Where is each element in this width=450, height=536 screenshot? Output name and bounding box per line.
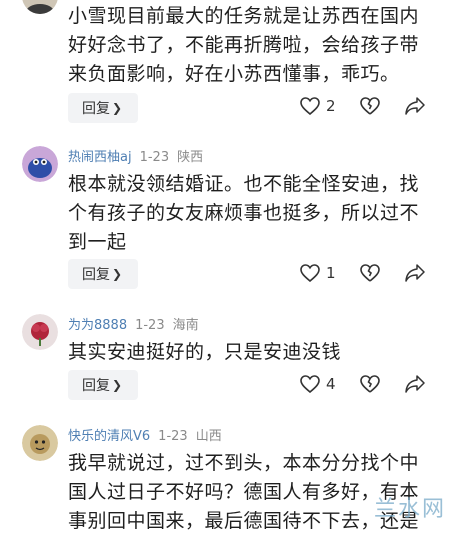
reply-button[interactable]: 回复 ❯ [68, 259, 138, 289]
heart-icon [300, 375, 320, 393]
comment-line: 小雪现目前最大的任务就是让苏西在国内 [68, 5, 420, 27]
comment-date: 1-23 [139, 150, 170, 165]
broken-heart-icon [360, 375, 380, 393]
comment-date: 1-23 [135, 318, 165, 333]
comment-meta: 快乐的清风V6 1-23 山西 [68, 429, 222, 445]
comment-line: 到一起 [68, 231, 127, 253]
user-name[interactable]: 热闹西柚aj [68, 150, 132, 165]
comment-text: 其实安迪挺好的，只是安迪没钱 [68, 338, 440, 367]
chevron-right-icon: ❯ [112, 378, 123, 392]
comment-line: 来负面影响，好在小苏西懂事，乖巧。 [68, 63, 400, 85]
share-icon [405, 97, 425, 115]
avatar[interactable] [22, 425, 58, 461]
like-count: 1 [326, 264, 336, 282]
heart-icon [300, 97, 320, 115]
user-name[interactable]: 为为8888 [68, 318, 127, 333]
comment-text: 根本就没领结婚证。也不能全怪安迪，找 个有孩子的女友麻烦事也挺多，所以过不 到一… [68, 170, 440, 257]
comment-meta: 为为8888 1-23 海南 [68, 318, 199, 334]
comment-date: 1-23 [158, 429, 188, 444]
comment-text: 小雪现目前最大的任务就是让苏西在国内 好好念书了，不能再折腾啦，会给孩子带 来负… [68, 2, 440, 89]
dislike-button[interactable] [360, 97, 380, 115]
reply-label: 回复 [82, 101, 110, 117]
reply-label: 回复 [82, 378, 110, 394]
like-button[interactable]: 1 [300, 264, 336, 282]
chevron-right-icon: ❯ [112, 101, 123, 115]
share-icon [405, 264, 425, 282]
chevron-right-icon: ❯ [112, 267, 123, 281]
avatar[interactable] [22, 146, 58, 182]
share-button[interactable] [405, 264, 425, 282]
comment-line: 好好念书了，不能再折腾啦，会给孩子带 [68, 34, 420, 56]
share-button[interactable] [405, 97, 425, 115]
dislike-button[interactable] [360, 264, 380, 282]
share-icon [405, 375, 425, 393]
avatar[interactable] [22, 0, 58, 14]
site-watermark: 兰水网 [373, 497, 446, 522]
reply-button[interactable]: 回复 ❯ [68, 93, 138, 123]
comment-location: 陕西 [177, 150, 204, 165]
like-count: 4 [326, 375, 336, 393]
comment-line: 个有孩子的女友麻烦事也挺多，所以过不 [68, 202, 420, 224]
like-button[interactable]: 4 [300, 375, 336, 393]
dislike-button[interactable] [360, 375, 380, 393]
like-count: 2 [326, 97, 336, 115]
share-button[interactable] [405, 375, 425, 393]
comment-line: 其实安迪挺好的，只是安迪没钱 [68, 341, 342, 363]
broken-heart-icon [360, 97, 380, 115]
comment-location: 海南 [172, 318, 199, 333]
avatar[interactable] [22, 314, 58, 350]
comment-line: 我早就说过，过不到头，本本分分找个中 [68, 452, 420, 474]
heart-icon [300, 264, 320, 282]
comment-line: 根本就没领结婚证。也不能全怪安迪，找 [68, 173, 420, 195]
comment-location: 山西 [195, 429, 222, 444]
broken-heart-icon [360, 264, 380, 282]
reply-button[interactable]: 回复 ❯ [68, 370, 138, 400]
like-button[interactable]: 2 [300, 97, 336, 115]
reply-label: 回复 [82, 267, 110, 283]
comment-meta: 热闹西柚aj 1-23 陕西 [68, 150, 203, 166]
user-name[interactable]: 快乐的清风V6 [68, 429, 150, 444]
